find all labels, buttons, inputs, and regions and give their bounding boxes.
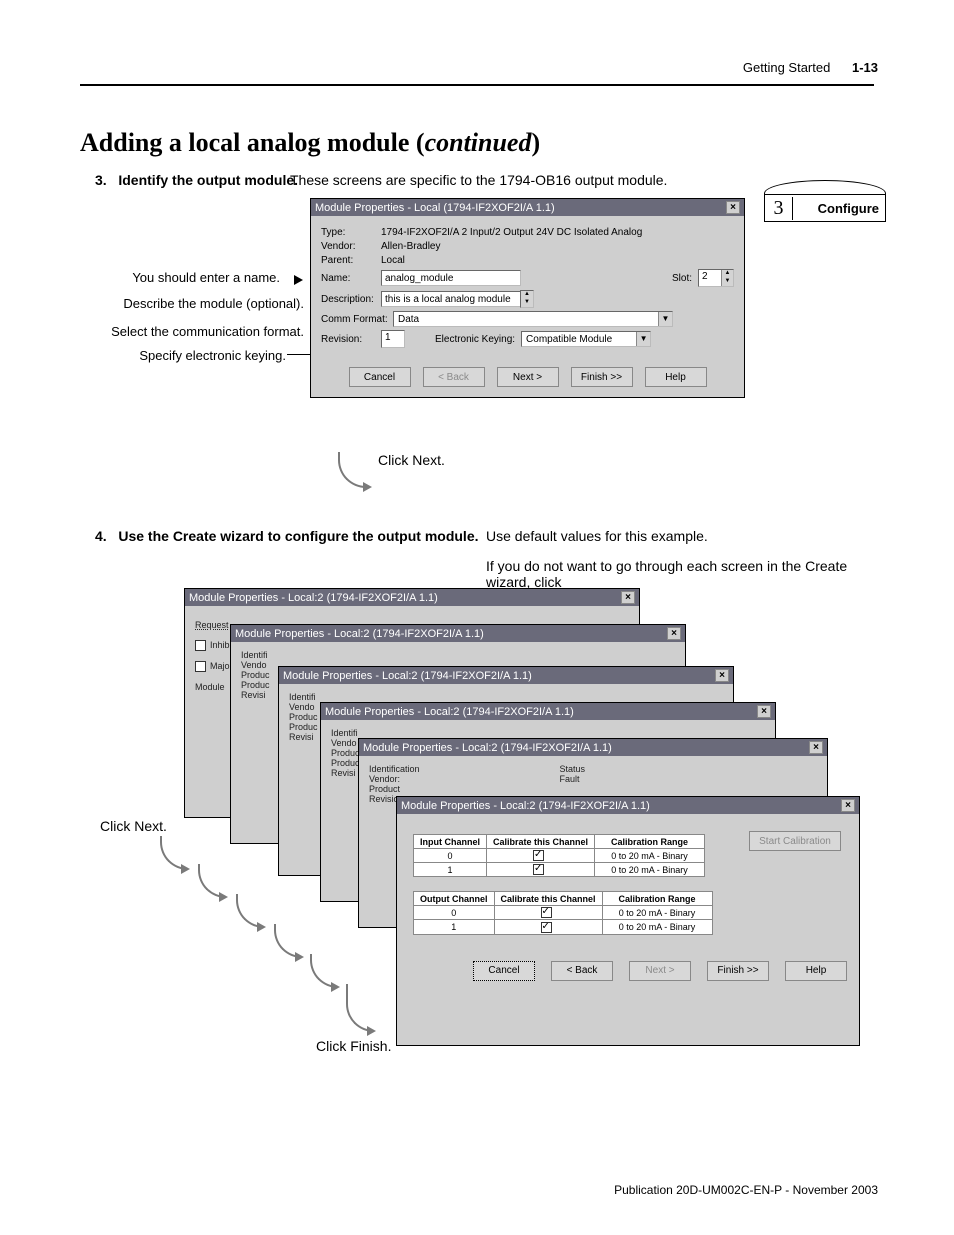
- wizard-window-6: Module Properties - Local:2 (1794-IF2XOF…: [396, 796, 860, 1046]
- rev-label: Revision:: [321, 334, 381, 345]
- header-rule: [80, 84, 874, 86]
- close-icon[interactable]: ×: [757, 705, 771, 718]
- table-row: 00 to 20 mA - Binary: [414, 849, 705, 863]
- table-row: 10 to 20 mA - Binary: [414, 863, 705, 877]
- next-button[interactable]: Next >: [497, 367, 559, 387]
- finish-button[interactable]: Finish >>: [571, 367, 633, 387]
- ekey-label: Electronic Keying:: [435, 334, 515, 345]
- checkbox[interactable]: [195, 640, 206, 651]
- checkbox[interactable]: [541, 907, 552, 918]
- descr-scroll[interactable]: ▲▼: [520, 290, 534, 308]
- help-button[interactable]: Help: [785, 961, 847, 981]
- checkbox[interactable]: [533, 850, 544, 861]
- header-section: Getting Started: [743, 60, 830, 75]
- arrow-curve-icon: [310, 954, 338, 988]
- step3-desc: These screens are specific to the 1794-O…: [290, 172, 667, 188]
- footer: Publication 20D-UM002C-EN-P - November 2…: [614, 1183, 878, 1197]
- cancel-button[interactable]: Cancel: [473, 961, 535, 981]
- parent-label: Parent:: [321, 255, 381, 266]
- close-icon[interactable]: ×: [809, 741, 823, 754]
- arrow-curve-icon: [198, 864, 226, 898]
- next-button[interactable]: Next >: [629, 961, 691, 981]
- back-button[interactable]: < Back: [423, 367, 485, 387]
- spinner-down-icon[interactable]: ▼: [722, 278, 733, 286]
- arrow-curve-icon: [160, 836, 188, 870]
- help-button[interactable]: Help: [645, 367, 707, 387]
- close-icon[interactable]: ×: [726, 201, 740, 214]
- finish-button[interactable]: Finish >>: [707, 961, 769, 981]
- close-icon[interactable]: ×: [621, 591, 635, 604]
- close-icon[interactable]: ×: [667, 627, 681, 640]
- arrow-curve-icon: [236, 894, 264, 928]
- slot-label: Slot:: [672, 273, 692, 284]
- checkbox[interactable]: [541, 922, 552, 933]
- table-row: 00 to 20 mA - Binary: [414, 906, 713, 920]
- step4: 4. Use the Create wizard to configure th…: [95, 528, 479, 544]
- slot-spinner[interactable]: 2 ▲▼: [698, 269, 734, 287]
- callout-comm: Select the communication format.: [80, 324, 304, 339]
- rev-spinner[interactable]: 1: [381, 330, 405, 348]
- click-next-label: Click Next.: [378, 452, 445, 468]
- callout-desc: Describe the module (optional).: [80, 296, 304, 311]
- step4-p1: Use default values for this example.: [486, 528, 708, 544]
- configure-label: Configure: [793, 201, 885, 216]
- type-label: Type:: [321, 227, 381, 238]
- chevron-down-icon: ▼: [636, 332, 650, 346]
- checkbox[interactable]: [195, 661, 206, 672]
- comm-label: Comm Format:: [321, 314, 393, 325]
- cancel-button[interactable]: Cancel: [349, 367, 411, 387]
- arrow-icon: [294, 275, 303, 285]
- module-properties-dialog: Module Properties - Local (1794-IF2XOF2I…: [310, 198, 745, 398]
- click-next-label-2: Click Next.: [100, 818, 167, 834]
- checkbox[interactable]: [533, 864, 544, 875]
- table-row: 10 to 20 mA - Binary: [414, 920, 713, 934]
- type-value: 1794-IF2XOF2I/A 2 Input/2 Output 24V DC …: [381, 227, 734, 238]
- output-cal-table: Output Channel Calibrate this Channel Ca…: [413, 891, 713, 934]
- vendor-value: Allen-Bradley: [381, 241, 734, 252]
- titlebar[interactable]: Module Properties - Local (1794-IF2XOF2I…: [311, 199, 744, 216]
- chevron-down-icon: ▼: [658, 312, 672, 326]
- name-label: Name:: [321, 273, 381, 284]
- configure-num: 3: [765, 197, 793, 220]
- step4-p2: If you do not want to go through each sc…: [486, 558, 876, 590]
- callout-name: You should enter a name.: [80, 270, 280, 285]
- comm-select[interactable]: Data ▼: [393, 311, 673, 327]
- vendor-label: Vendor:: [321, 241, 381, 252]
- back-button[interactable]: < Back: [551, 961, 613, 981]
- dialog-title: Module Properties - Local (1794-IF2XOF2I…: [315, 202, 555, 214]
- arrow-curve-icon: [346, 984, 374, 1032]
- input-cal-table: Input Channel Calibrate this Channel Cal…: [413, 834, 705, 877]
- ekey-select[interactable]: Compatible Module ▼: [521, 331, 651, 347]
- step3: 3. Identify the output module.: [95, 172, 298, 188]
- callout-key: Specify electronic keying.: [100, 348, 286, 363]
- descr-label: Description:: [321, 294, 381, 305]
- spinner-up-icon[interactable]: ▲: [722, 270, 733, 278]
- close-icon[interactable]: ×: [841, 799, 855, 812]
- descr-input[interactable]: [381, 291, 521, 307]
- configure-tab: 3 Configure: [764, 194, 886, 222]
- click-finish-label: Click Finish.: [316, 1038, 391, 1054]
- page-title: Adding a local analog module (continued): [80, 128, 540, 158]
- page-header: Getting Started 1-13: [743, 60, 878, 75]
- arrow-curve-icon: [338, 452, 370, 488]
- parent-value: Local: [381, 255, 734, 266]
- header-page: 1-13: [852, 60, 878, 75]
- close-icon[interactable]: ×: [715, 669, 729, 682]
- arrow-curve-icon: [274, 924, 302, 958]
- name-input[interactable]: [381, 270, 521, 286]
- start-calibration-button[interactable]: Start Calibration: [749, 831, 841, 851]
